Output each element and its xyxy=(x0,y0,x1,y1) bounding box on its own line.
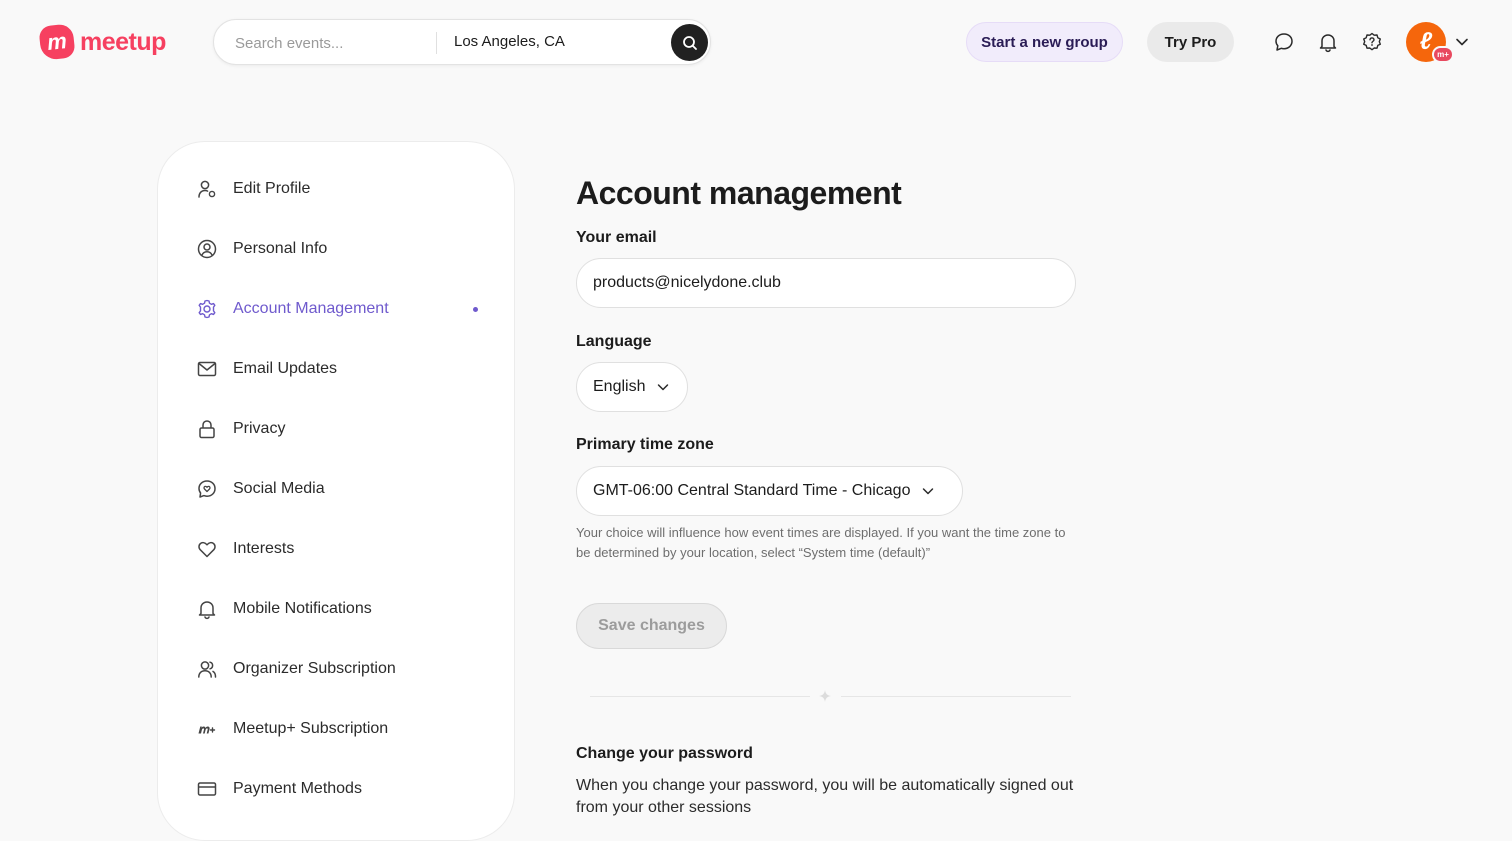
change-password-title: Change your password xyxy=(576,745,753,762)
sidebar-item-label: Social Media xyxy=(233,480,325,497)
credit-card-icon xyxy=(196,778,218,800)
meetup-plus-icon xyxy=(196,718,218,740)
logo-text: meetup xyxy=(80,27,166,56)
sidebar-item-personal-info[interactable]: Personal Info xyxy=(196,229,480,269)
email-label: Your email xyxy=(576,229,657,246)
timezone-select[interactable]: GMT-06:00 Central Standard Time - Chicag… xyxy=(576,466,963,516)
account-menu-toggle[interactable] xyxy=(1453,33,1471,56)
sidebar-item-label: Organizer Subscription xyxy=(233,660,396,677)
user-circle-icon xyxy=(196,238,218,260)
change-password-description: When you change your password, you will … xyxy=(576,777,1074,816)
chat-heart-icon xyxy=(196,478,218,500)
sidebar-item-organizer-subscription[interactable]: Organizer Subscription xyxy=(196,649,480,689)
sidebar-item-privacy[interactable]: Privacy xyxy=(196,409,480,449)
email-field[interactable] xyxy=(576,258,1076,308)
sidebar-item-label: Interests xyxy=(233,540,295,557)
sidebar-item-label: Privacy xyxy=(233,420,286,437)
sidebar-item-label: Mobile Notifications xyxy=(233,600,372,617)
chat-bubble-icon xyxy=(1275,33,1293,51)
heart-icon xyxy=(196,538,218,560)
search-button[interactable] xyxy=(671,24,708,61)
search-divider xyxy=(436,32,437,54)
try-pro-button[interactable]: Try Pro xyxy=(1147,22,1234,62)
start-new-group-button[interactable]: Start a new group xyxy=(966,22,1123,62)
notifications-button[interactable] xyxy=(1316,30,1340,54)
bell-icon xyxy=(1319,34,1337,53)
sidebar-item-account-management[interactable]: Account Management xyxy=(196,289,480,329)
sidebar-item-email-updates[interactable]: Email Updates xyxy=(196,349,480,389)
language-selected-value: English xyxy=(593,378,646,395)
meetup-logo[interactable]: m meetup xyxy=(38,23,166,61)
search-location[interactable]: Los Angeles, CA xyxy=(454,33,565,50)
language-label: Language xyxy=(576,333,652,350)
gear-icon xyxy=(196,298,218,320)
sidebar-item-label: Payment Methods xyxy=(233,780,362,797)
messages-button[interactable] xyxy=(1272,30,1296,54)
sidebar-item-label: Personal Info xyxy=(233,240,328,257)
sidebar-item-label: Edit Profile xyxy=(233,180,311,197)
sidebar-item-label: Account Management xyxy=(233,300,389,317)
sidebar-item-payment-methods[interactable]: Payment Methods xyxy=(196,769,480,809)
section-divider-left xyxy=(590,696,810,697)
logo-mark-icon: m xyxy=(38,23,76,61)
top-header: m meetup Los Angeles, CA Start a new gro… xyxy=(0,0,1512,84)
sidebar-item-mobile-notifications[interactable]: Mobile Notifications xyxy=(196,589,480,629)
search-icon xyxy=(682,35,697,50)
sidebar-item-social-media[interactable]: Social Media xyxy=(196,469,480,509)
timezone-label: Primary time zone xyxy=(576,436,714,453)
help-button[interactable] xyxy=(1360,30,1384,54)
settings-sidebar: Edit Profile Personal Info Account Manag… xyxy=(157,141,515,841)
chevron-down-icon xyxy=(920,483,936,499)
section-divider-right xyxy=(841,696,1071,697)
sidebar-item-edit-profile[interactable]: Edit Profile xyxy=(196,169,480,209)
timezone-selected-value: GMT-06:00 Central Standard Time - Chicag… xyxy=(593,482,911,499)
language-select[interactable]: English xyxy=(576,362,688,412)
search-input[interactable] xyxy=(233,33,433,53)
envelope-icon xyxy=(196,358,218,380)
users-icon xyxy=(196,658,218,680)
chevron-down-icon xyxy=(655,379,671,395)
sidebar-item-meetup-plus-subscription[interactable]: Meetup+ Subscription xyxy=(196,709,480,749)
save-changes-button[interactable]: Save changes xyxy=(576,603,727,649)
sidebar-item-interests[interactable]: Interests xyxy=(196,529,480,569)
timezone-help-text: Your choice will influence how event tim… xyxy=(576,525,1066,560)
bell-icon xyxy=(196,598,218,620)
active-indicator-dot xyxy=(473,307,478,312)
meetup-plus-badge: m+ xyxy=(1432,46,1454,63)
user-edit-icon xyxy=(196,178,218,200)
sidebar-item-label: Email Updates xyxy=(233,360,338,377)
page-title: Account management xyxy=(576,175,902,211)
sidebar-item-label: Meetup+ Subscription xyxy=(233,720,389,737)
search-bar: Los Angeles, CA xyxy=(213,19,711,65)
sparkle-icon xyxy=(819,690,831,702)
lock-icon xyxy=(196,418,218,440)
chevron-down-icon xyxy=(1456,38,1468,46)
help-icon xyxy=(1363,32,1381,51)
